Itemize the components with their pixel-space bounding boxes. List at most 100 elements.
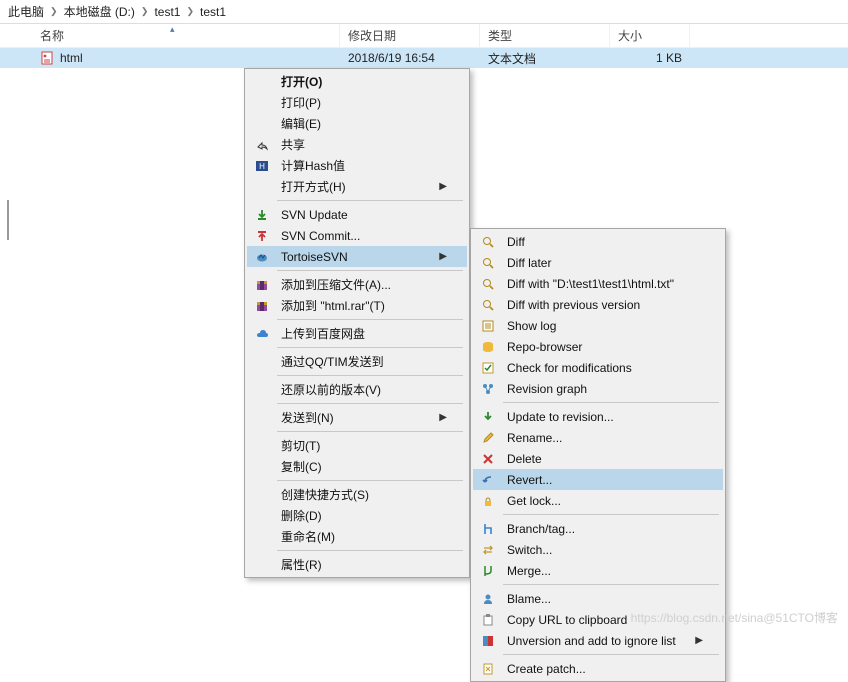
column-size[interactable]: 大小	[610, 24, 690, 47]
revert-icon	[477, 473, 499, 487]
breadcrumb-drive[interactable]: 本地磁盘 (D:)	[64, 3, 135, 20]
repo-browser-icon	[477, 340, 499, 354]
cloud-upload-icon	[251, 327, 273, 341]
file-date-cell: 2018/6/19 16:54	[340, 51, 480, 65]
svn-repo-browser[interactable]: Repo-browser	[473, 336, 723, 357]
file-row-selected[interactable]: html 2018/6/19 16:54 文本文档 1 KB	[0, 48, 848, 68]
svn-blame[interactable]: Blame...	[473, 588, 723, 609]
svn-diff-later[interactable]: Diff later	[473, 252, 723, 273]
column-type[interactable]: 类型	[480, 24, 610, 47]
delete-icon	[477, 452, 499, 466]
menu-create-shortcut[interactable]: 创建快捷方式(S)	[247, 484, 467, 505]
svn-check-mods[interactable]: Check for modifications	[473, 357, 723, 378]
breadcrumb[interactable]: 此电脑 ❯ 本地磁盘 (D:) ❯ test1 ❯ test1	[0, 0, 848, 24]
file-name-cell[interactable]: html	[0, 51, 340, 65]
chevron-right-icon: ❯	[141, 6, 149, 17]
breadcrumb-folder[interactable]: test1	[200, 5, 226, 19]
column-date[interactable]: 修改日期	[340, 24, 480, 47]
svn-revision-graph[interactable]: Revision graph	[473, 378, 723, 399]
menu-separator	[277, 270, 463, 271]
share-icon	[251, 138, 273, 152]
menu-separator	[277, 480, 463, 481]
svn-revert[interactable]: Revert...	[473, 469, 723, 490]
menu-send-qq[interactable]: 通过QQ/TIM发送到	[247, 351, 467, 372]
update-icon	[477, 410, 499, 424]
ignore-icon	[477, 634, 499, 648]
menu-separator	[503, 654, 719, 655]
menu-svn-update[interactable]: SVN Update	[247, 204, 467, 225]
menu-openwith[interactable]: 打开方式(H)▶	[247, 176, 467, 197]
menu-svn-commit[interactable]: SVN Commit...	[247, 225, 467, 246]
menu-separator	[277, 319, 463, 320]
sort-indicator-icon: ▴	[170, 24, 175, 35]
menu-cut[interactable]: 剪切(T)	[247, 435, 467, 456]
svn-branch-tag[interactable]: Branch/tag...	[473, 518, 723, 539]
submenu-arrow-icon: ▶	[437, 251, 447, 262]
magnifier-icon	[477, 256, 499, 270]
submenu-arrow-icon: ▶	[693, 635, 703, 646]
chevron-right-icon: ❯	[50, 6, 58, 17]
menu-tortoisesvn[interactable]: TortoiseSVN▶	[247, 246, 467, 267]
svn-delete[interactable]: Delete	[473, 448, 723, 469]
menu-hash[interactable]: H计算Hash值	[247, 155, 467, 176]
merge-icon	[477, 564, 499, 578]
svn-show-log[interactable]: Show log	[473, 315, 723, 336]
pencil-icon	[477, 431, 499, 445]
blame-icon	[477, 592, 499, 606]
svn-diff[interactable]: Diff	[473, 231, 723, 252]
clipboard-icon	[477, 613, 499, 627]
file-size-cell: 1 KB	[610, 51, 690, 65]
menu-copy[interactable]: 复制(C)	[247, 456, 467, 477]
svn-switch[interactable]: Switch...	[473, 539, 723, 560]
menu-properties[interactable]: 属性(R)	[247, 554, 467, 575]
menu-separator	[503, 402, 719, 403]
submenu-arrow-icon: ▶	[437, 181, 447, 192]
svn-diff-with[interactable]: Diff with "D:\test1\test1\html.txt"	[473, 273, 723, 294]
menu-delete[interactable]: 删除(D)	[247, 505, 467, 526]
text-file-icon	[40, 51, 54, 65]
menu-separator	[277, 403, 463, 404]
menu-separator	[277, 550, 463, 551]
check-mods-icon	[477, 361, 499, 375]
menu-sendto[interactable]: 发送到(N)▶	[247, 407, 467, 428]
tortoise-icon	[251, 250, 273, 264]
menu-separator	[277, 431, 463, 432]
menu-upload-baidu[interactable]: 上传到百度网盘	[247, 323, 467, 344]
archive-icon	[251, 278, 273, 292]
menu-share[interactable]: 共享	[247, 134, 467, 155]
switch-icon	[477, 543, 499, 557]
hash-icon: H	[251, 159, 273, 173]
svn-merge[interactable]: Merge...	[473, 560, 723, 581]
svn-get-lock[interactable]: Get lock...	[473, 490, 723, 511]
menu-separator	[503, 514, 719, 515]
file-list[interactable]: html 2018/6/19 16:54 文本文档 1 KB	[0, 48, 848, 68]
svn-rename[interactable]: Rename...	[473, 427, 723, 448]
menu-open[interactable]: 打开(O)	[247, 71, 467, 92]
menu-edit[interactable]: 编辑(E)	[247, 113, 467, 134]
menu-add-archive[interactable]: 添加到压缩文件(A)...	[247, 274, 467, 295]
log-icon	[477, 319, 499, 333]
breadcrumb-folder[interactable]: test1	[154, 5, 180, 19]
svn-update-revision[interactable]: Update to revision...	[473, 406, 723, 427]
column-headers: ▴ 名称 修改日期 类型 大小	[0, 24, 848, 48]
branch-icon	[477, 522, 499, 536]
menu-rename[interactable]: 重命名(M)	[247, 526, 467, 547]
context-menu: 打开(O) 打印(P) 编辑(E) 共享 H计算Hash值 打开方式(H)▶ S…	[244, 68, 470, 578]
patch-icon	[477, 662, 499, 676]
menu-restore-versions[interactable]: 还原以前的版本(V)	[247, 379, 467, 400]
menu-add-rar[interactable]: 添加到 "html.rar"(T)	[247, 295, 467, 316]
graph-icon	[477, 382, 499, 396]
file-name-label: html	[60, 51, 83, 65]
svn-commit-icon	[251, 229, 273, 243]
svn-unversion[interactable]: Unversion and add to ignore list▶	[473, 630, 723, 651]
magnifier-icon	[477, 298, 499, 312]
menu-print[interactable]: 打印(P)	[247, 92, 467, 113]
submenu-arrow-icon: ▶	[437, 412, 447, 423]
magnifier-icon	[477, 235, 499, 249]
menu-separator	[277, 200, 463, 201]
svn-diff-prev[interactable]: Diff with previous version	[473, 294, 723, 315]
svn-update-icon	[251, 208, 273, 222]
breadcrumb-root[interactable]: 此电脑	[8, 3, 44, 20]
svn-create-patch[interactable]: Create patch...	[473, 658, 723, 679]
file-type-cell: 文本文档	[480, 50, 610, 67]
